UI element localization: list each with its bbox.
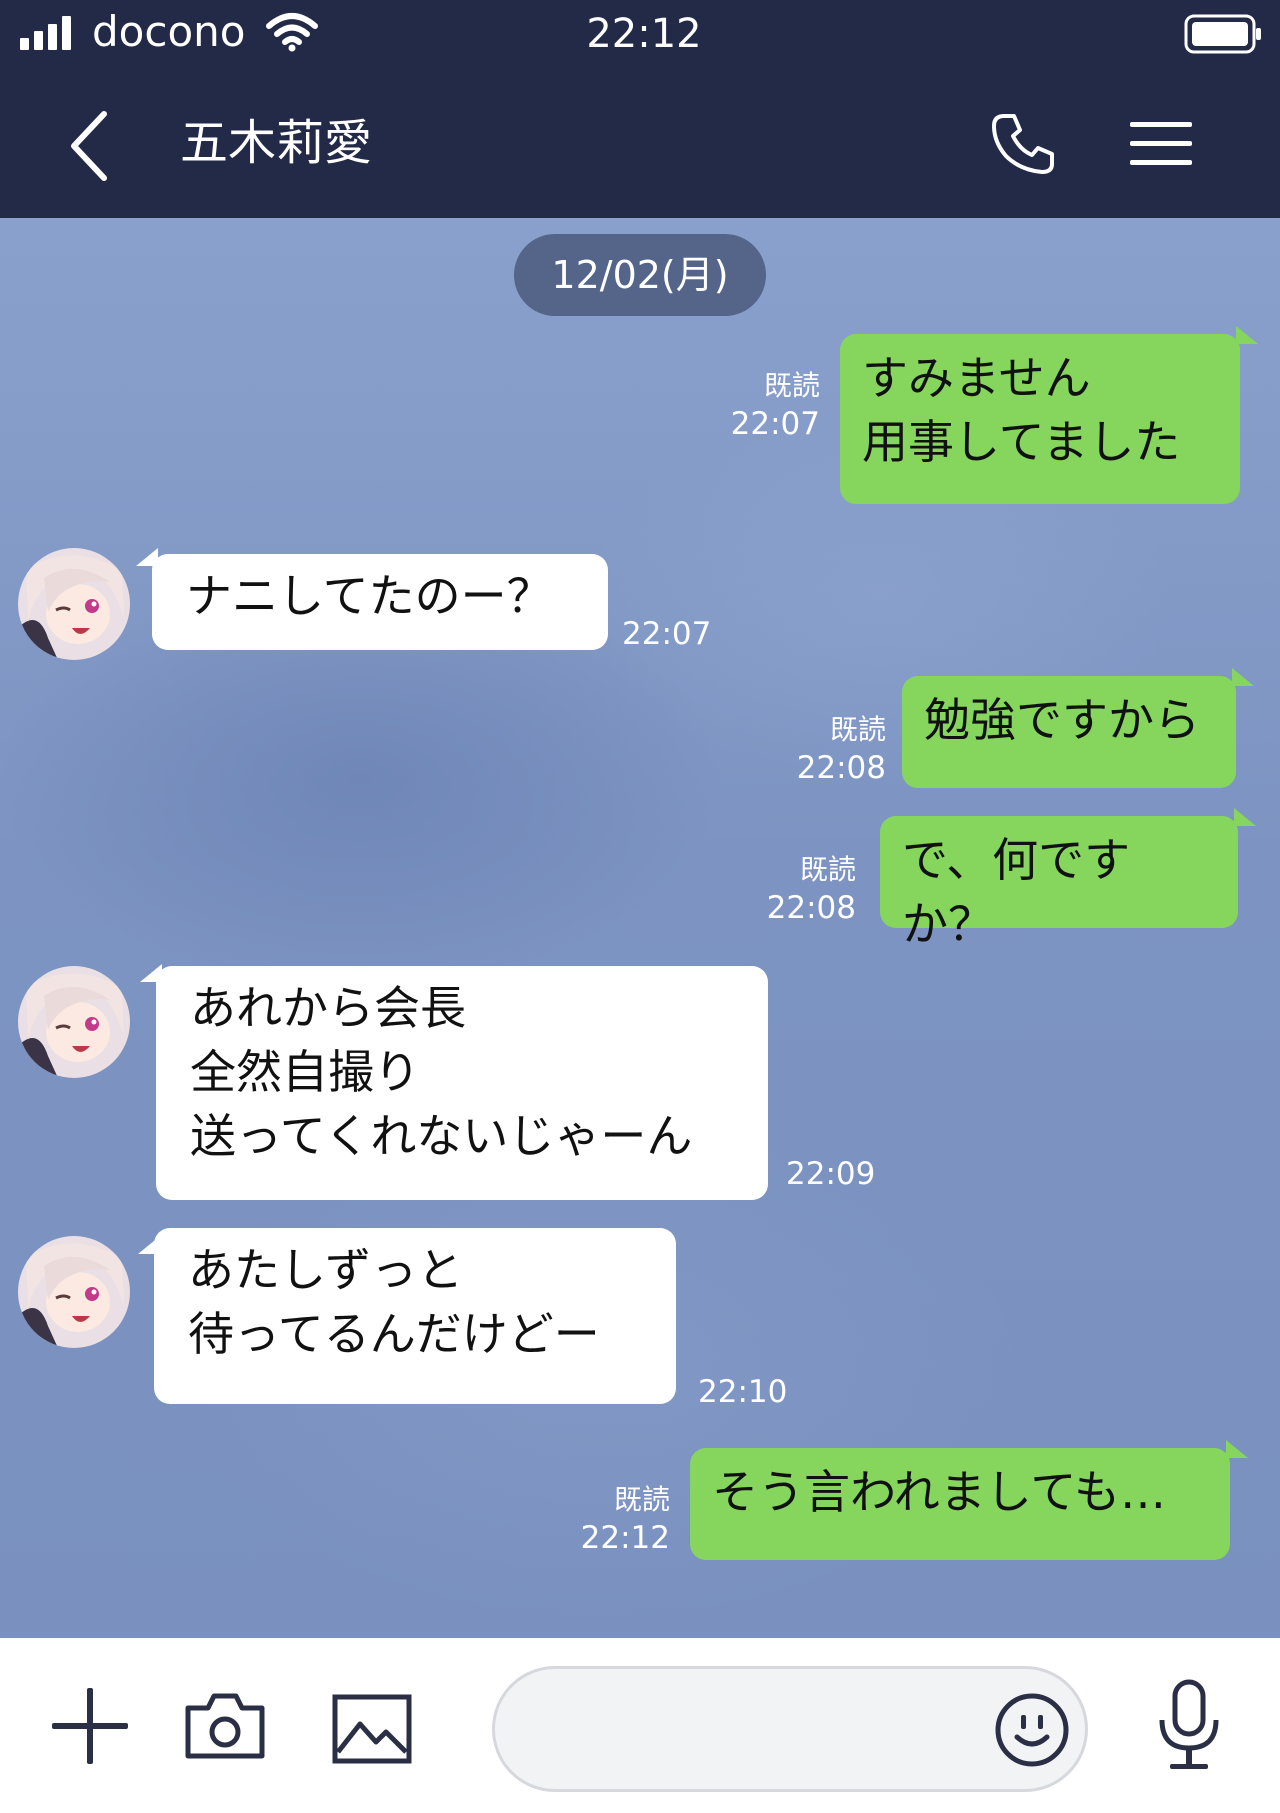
message-input-field[interactable]	[492, 1666, 1088, 1792]
message-bubble-received[interactable]: あれから会長 全然自撮り 送ってくれないじゃーん	[156, 966, 768, 1200]
message-bubble-sent[interactable]: で、何ですか？	[880, 816, 1238, 951]
menu-icon[interactable]	[1130, 120, 1192, 172]
message-time: 22:10	[698, 1374, 788, 1410]
emoji-icon[interactable]	[993, 1691, 1071, 1773]
bubble-tail	[140, 964, 162, 982]
message-input[interactable]	[525, 1699, 969, 1761]
message-time: 22:08	[766, 890, 856, 926]
read-receipt: 既読	[799, 853, 856, 886]
phone-icon[interactable]	[990, 110, 1056, 180]
status-bar: docono 22:12	[0, 0, 1280, 68]
read-receipt: 既読	[829, 713, 886, 746]
message-meta: 既読 22:12	[540, 1482, 670, 1558]
camera-icon[interactable]	[184, 1690, 266, 1764]
plus-icon[interactable]	[50, 1686, 130, 1770]
message-time: 22:09	[786, 1156, 876, 1192]
battery-icon	[1184, 14, 1264, 58]
message-bubble-sent[interactable]: 勉強ですから	[902, 676, 1236, 788]
message-meta: 既読 22:07	[690, 368, 820, 444]
message-time: 22:12	[580, 1520, 670, 1556]
message-meta: 既読 22:08	[726, 852, 856, 928]
message-bubble-received[interactable]: あたしずっと 待ってるんだけどー	[154, 1228, 676, 1404]
contact-avatar[interactable]	[18, 966, 130, 1078]
status-time: 22:12	[586, 11, 702, 57]
back-icon[interactable]	[66, 110, 112, 186]
bubble-tail	[136, 548, 158, 566]
bubble-tail	[1236, 326, 1258, 344]
bubble-tail	[1234, 808, 1256, 826]
date-separator: 12/02(月)	[514, 234, 766, 316]
message-time: 22:07	[622, 616, 712, 652]
bubble-tail	[138, 1236, 160, 1254]
chat-area[interactable]: 12/02(月) すみません 用事してました 既読 22:07 ナニしてたのー？…	[0, 218, 1280, 1638]
input-bar	[0, 1638, 1280, 1813]
message-time: 22:07	[730, 406, 820, 442]
read-receipt: 既読	[613, 1483, 670, 1516]
read-receipt: 既読	[763, 369, 820, 402]
chat-header: 五木莉愛	[0, 68, 1280, 218]
message-meta: 既読 22:08	[756, 712, 886, 788]
contact-avatar[interactable]	[18, 548, 130, 660]
message-time: 22:08	[796, 750, 886, 786]
bubble-tail	[1232, 668, 1254, 686]
bubble-tail	[1226, 1440, 1248, 1458]
contact-avatar[interactable]	[18, 1236, 130, 1348]
image-icon[interactable]	[332, 1694, 412, 1768]
contact-name: 五木莉愛	[180, 115, 373, 171]
message-bubble-sent[interactable]: すみません 用事してました	[840, 334, 1240, 504]
message-bubble-received[interactable]: ナニしてたのー？	[152, 554, 608, 650]
microphone-icon[interactable]	[1154, 1678, 1224, 1778]
message-bubble-sent[interactable]: そう言われましても…	[690, 1448, 1230, 1560]
